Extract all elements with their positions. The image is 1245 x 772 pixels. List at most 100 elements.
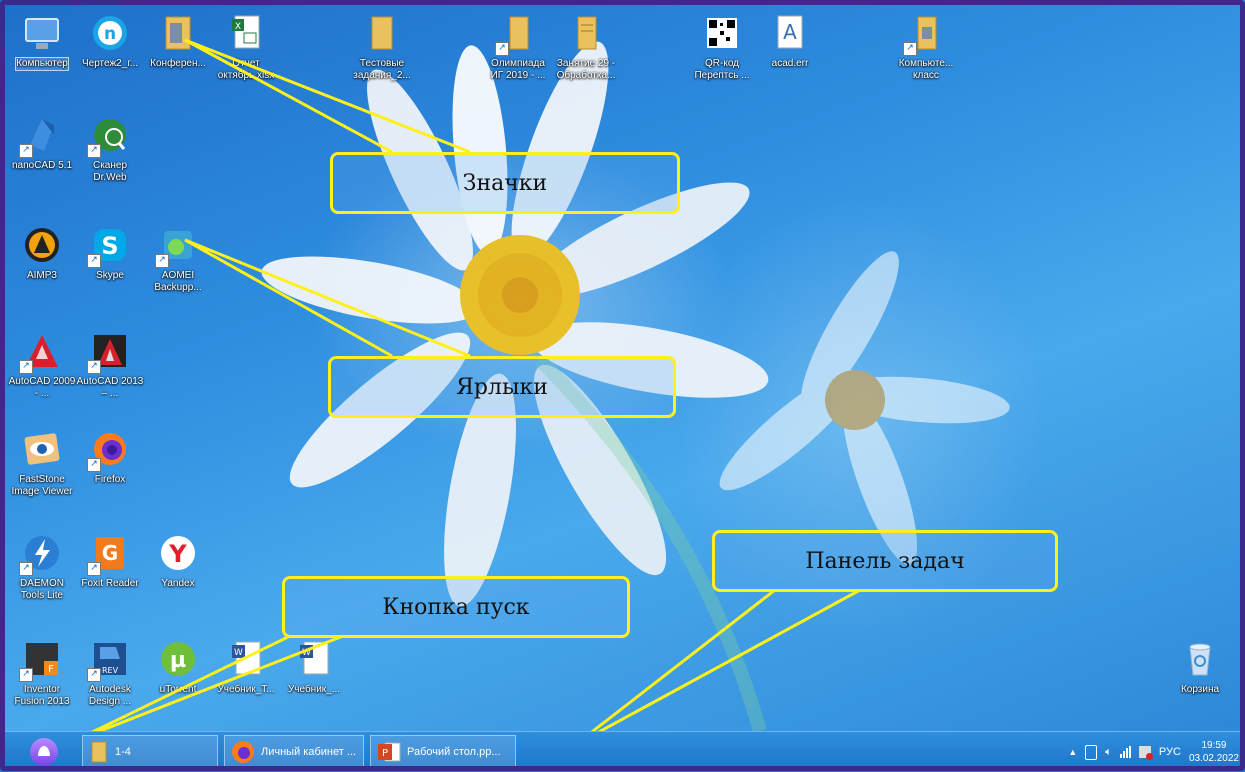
desktop-icon-label: AutoCAD 2013 – ...: [76, 376, 144, 399]
desktop-icon-foxit[interactable]: G ↗ Foxit Reader: [76, 530, 144, 590]
desktop-icon-qr[interactable]: QR-код Перептсь ...: [688, 10, 756, 82]
desktop-icon-yandex[interactable]: Y Yandex: [144, 530, 212, 590]
device-icon[interactable]: [1085, 744, 1098, 760]
folder-icon: [91, 741, 107, 763]
svg-text:X: X: [235, 22, 241, 32]
taskbar: 1-4 Личный кабинет ... P Рабочий стол.pp…: [0, 731, 1245, 772]
desktop-icon-autodesk[interactable]: REV ↗ Autodesk Design ...: [76, 636, 144, 708]
desktop-icon-aomei[interactable]: ↗ AOMEI Backupp...: [144, 222, 212, 294]
desktop-icon-acad[interactable]: A acad.err: [756, 10, 824, 70]
word-file-icon: W: [223, 636, 269, 682]
svg-text:F: F: [48, 664, 54, 675]
desktop-icon-uchebnik2[interactable]: W Учебник_...: [280, 636, 348, 696]
desktop-icon-inventor[interactable]: F ↗ Inventor Fusion 2013: [8, 636, 76, 708]
start-button[interactable]: [30, 738, 58, 766]
desktop-icon-faststone[interactable]: FastStone Image Viewer: [8, 426, 76, 498]
desktop-icon-label: Занятие 29 - Обработка...: [556, 58, 616, 81]
desktop-icon-label: Олимпиада ИГ 2019 - ...: [490, 58, 546, 81]
callout-knopka-pusk: Кнопка пуск: [282, 576, 630, 638]
desktop-icon-uchebnik1[interactable]: W Учебник_Т...: [212, 636, 280, 696]
desktop-icon-label: Корзина: [1180, 684, 1220, 695]
volume-icon[interactable]: 🔈︎: [1105, 746, 1112, 759]
svg-text:P: P: [382, 748, 388, 759]
powerpoint-icon: P: [378, 742, 401, 762]
aimp-icon: [19, 222, 65, 268]
daemon-tools-icon: ↗: [19, 530, 65, 576]
svg-text:REV: REV: [102, 666, 119, 675]
shortcut-arrow-icon: ↗: [19, 360, 33, 374]
desktop-icon-drweb[interactable]: ↗ Сканер Dr.Web: [76, 112, 144, 184]
desktop-icon-utorrent[interactable]: µ uTorrent: [144, 636, 212, 696]
shortcut-arrow-icon: ↗: [87, 668, 101, 682]
action-center-flag-icon[interactable]: [1138, 746, 1153, 760]
skype-icon: S ↗: [87, 222, 133, 268]
svg-text:Y: Y: [168, 540, 187, 568]
desktop-icon-testovye[interactable]: Тестовые задания_2...: [348, 10, 416, 82]
desktop-icon-aimp[interactable]: AIMP3: [8, 222, 76, 282]
folder-shortcut-icon: ↗: [903, 10, 949, 56]
desktop-icon-konferen[interactable]: Конферен...: [144, 10, 212, 70]
taskbar-powerpoint-button[interactable]: P Рабочий стол.pp...: [370, 735, 516, 769]
nanocad-n-icon: n: [87, 10, 133, 56]
foxit-reader-icon: G ↗: [87, 530, 133, 576]
desktop-icon-excel[interactable]: X Отчет октябрь.xlsx: [212, 10, 280, 82]
shortcut-arrow-icon: ↗: [495, 42, 509, 56]
folder-icon: [155, 10, 201, 56]
desktop-icon-zanyatie[interactable]: Занятие 29 - Обработка...: [552, 10, 620, 82]
taskbar-firefox-button[interactable]: Личный кабинет ...: [224, 735, 364, 769]
shortcut-arrow-icon: ↗: [19, 668, 33, 682]
desktop-icon-label: Учебник_Т...: [217, 684, 275, 695]
callout-yarlyki: Ярлыки: [328, 356, 676, 418]
autodesk-revit-icon: REV ↗: [87, 636, 133, 682]
desktop-icon-nanocad[interactable]: ↗ nanoCAD 5.1: [8, 112, 76, 172]
desktop-icon-skype[interactable]: S ↗ Skype: [76, 222, 144, 282]
language-indicator[interactable]: РУС: [1159, 746, 1181, 758]
clock-date: 03.02.2022: [1188, 753, 1239, 764]
show-hidden-icons-button[interactable]: ▲: [1068, 747, 1077, 757]
svg-text:W: W: [302, 648, 311, 658]
desktop-icon-label: AutoCAD 2009 - ...: [8, 376, 76, 399]
desktop-icon-label: acad.err: [771, 58, 809, 69]
desktop-icon-label: AIMP3: [26, 270, 57, 281]
clock-time: 19:59: [1201, 740, 1227, 751]
nanocad-icon: ↗: [19, 112, 65, 158]
desktop-icon-label: Отчет октябрь.xlsx: [217, 58, 275, 81]
desktop-icon-label: Компьюте... класс: [898, 58, 954, 81]
shortcut-arrow-icon: ↗: [87, 144, 101, 158]
desktop-icon-daemon[interactable]: ↗ DAEMON Tools Lite: [8, 530, 76, 602]
desktop-icon-kompyuter-klass[interactable]: ↗ Компьюте... класс: [892, 10, 960, 82]
shortcut-arrow-icon: ↗: [87, 254, 101, 268]
desktop-icon-firefox[interactable]: ↗ Firefox: [76, 426, 144, 486]
desktop-icon-label: Autodesk Design ...: [88, 684, 132, 707]
desktop-icon-olimpiada[interactable]: ↗ Олимпиада ИГ 2019 - ...: [484, 10, 552, 82]
desktop-icon-label: AOMEI Backupp...: [154, 270, 202, 293]
taskbar-folder-button[interactable]: 1-4: [82, 735, 218, 769]
qr-code-icon: [699, 10, 745, 56]
desktop-icon-label: Конферен...: [150, 58, 206, 69]
desktop-icon-label: QR-код Перептсь ...: [694, 58, 750, 81]
shortcut-arrow-icon: ↗: [87, 360, 101, 374]
desktop-icon-label: Yandex: [161, 578, 195, 589]
utorrent-icon: µ: [155, 636, 201, 682]
folder-shortcut-icon: ↗: [495, 10, 541, 56]
desktop-icon-label: FastStone Image Viewer: [11, 474, 73, 497]
svg-text:A: A: [783, 20, 797, 44]
desktop-icon-label: Foxit Reader: [81, 578, 139, 589]
desktop-icon-autocad2013[interactable]: ↗ AutoCAD 2013 – ...: [76, 328, 144, 400]
network-signal-icon[interactable]: [1119, 746, 1131, 758]
start-icon: [38, 746, 50, 756]
desktop-icon-computer[interactable]: Компьютер: [8, 10, 76, 71]
desktop-icon-label: nanoCAD 5.1: [11, 160, 73, 171]
autocad-icon: ↗: [87, 328, 133, 374]
firefox-icon: ↗: [87, 426, 133, 472]
svg-text:S: S: [101, 232, 118, 260]
yandex-icon: Y: [155, 530, 201, 576]
desktop-icon-chertezh[interactable]: n Чертеж2_г...: [76, 10, 144, 70]
clock[interactable]: 19:59 03.02.2022: [1189, 739, 1239, 765]
shortcut-arrow-icon: ↗: [903, 42, 917, 56]
desktop-icon-korzina[interactable]: Корзина: [1166, 636, 1234, 696]
desktop-icon-autocad2009[interactable]: ↗ AutoCAD 2009 - ...: [8, 328, 76, 400]
autocad-icon: ↗: [19, 328, 65, 374]
callout-panel-zadach: Панель задач: [712, 530, 1058, 592]
firefox-icon: [232, 741, 254, 763]
